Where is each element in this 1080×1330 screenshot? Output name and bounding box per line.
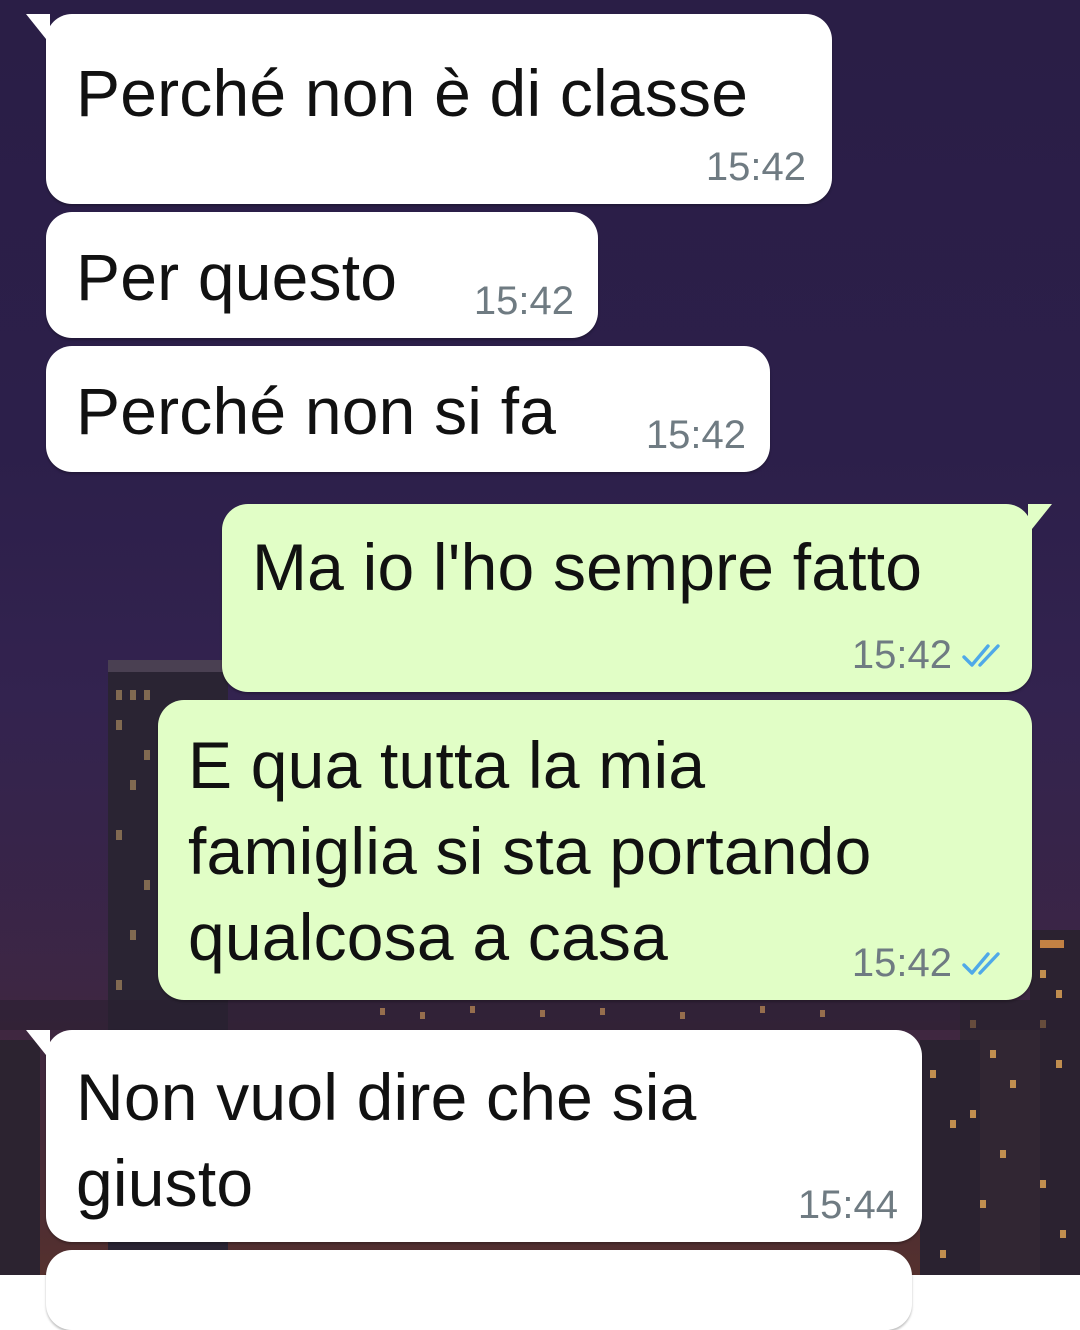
message-bubble-incoming[interactable]: Non vuol dire che sia giusto 15:44 [26,1030,922,1242]
message-meta: 15:42 [852,633,1008,678]
bubble-tail [26,14,50,44]
message-bubble-incoming-partial[interactable] [46,1250,912,1330]
message-meta: 15:42 [852,941,1008,986]
message-meta: 15:42 [706,145,806,190]
bubble-tail [26,1030,50,1060]
bubble-tail [1028,504,1052,534]
message-text: Per questo [76,240,398,314]
message-text: E qua tutta la mia famiglia si sta porta… [188,728,872,974]
message-bubble-incoming[interactable]: Perché non è di classe 15:42 [26,14,832,204]
message-text: Ma io l'ho sempre fatto [252,530,923,604]
message-bubble-incoming[interactable]: Per questo 15:42 [46,212,598,338]
read-double-check-icon [962,951,1000,975]
message-timestamp: 15:44 [797,1183,898,1227]
message-timestamp: 15:42 [705,145,806,189]
message-timestamp: 15:42 [851,941,952,985]
message-bubble-outgoing[interactable]: Ma io l'ho sempre fatto 15:42 [222,504,1052,692]
message-timestamp: 15:42 [473,279,574,323]
read-double-check-icon [962,643,1000,667]
message-meta: 15:42 [646,413,746,458]
message-timestamp: 15:42 [645,413,746,457]
message-bubble-incoming[interactable]: Perché non si fa 15:42 [46,346,770,472]
message-meta: 15:42 [474,279,574,324]
message-text: Perché non è di classe [76,56,749,130]
message-meta: 15:44 [798,1183,898,1228]
message-timestamp: 15:42 [851,633,952,677]
message-bubble-outgoing[interactable]: E qua tutta la mia famiglia si sta porta… [158,700,1032,1000]
message-text: Perché non si fa [76,374,557,448]
message-text: Non vuol dire che sia giusto [76,1060,697,1220]
